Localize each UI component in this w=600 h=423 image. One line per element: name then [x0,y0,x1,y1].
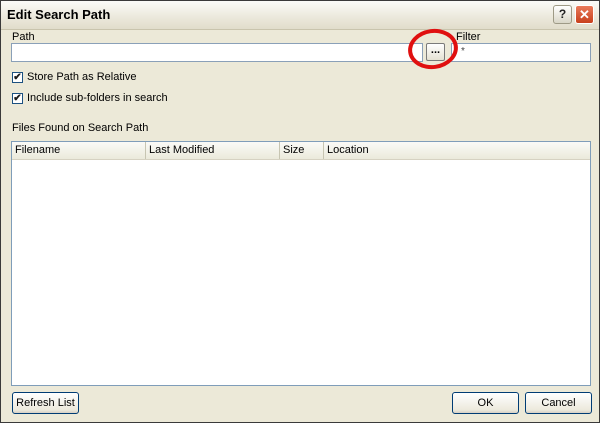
store-relative-checkbox[interactable]: ✔ [12,72,23,83]
files-list[interactable]: Filename Last Modified Size Location [11,141,591,386]
browse-button[interactable]: ... [426,43,445,61]
path-input[interactable] [11,43,423,62]
include-subfolders-checkbox[interactable]: ✔ [12,93,23,104]
filter-value: * [461,46,465,57]
filter-input[interactable] [451,43,591,62]
include-subfolders-label[interactable]: Include sub-folders in search [27,92,168,104]
close-icon: ✕ [579,7,590,22]
column-header-location[interactable]: Location [324,142,590,159]
title-bar[interactable]: Edit Search Path ? ✕ [1,1,599,30]
help-icon: ? [558,7,567,21]
filter-label: Filter [456,31,481,43]
ellipsis-icon: ... [430,44,441,56]
check-icon: ✔ [13,72,22,83]
help-button[interactable]: ? [553,5,572,24]
ok-button[interactable]: OK [452,392,519,414]
check-icon: ✔ [13,93,22,104]
store-relative-label[interactable]: Store Path as Relative [27,71,136,83]
cancel-button[interactable]: Cancel [525,392,592,414]
path-label: Path [12,31,35,43]
refresh-list-button[interactable]: Refresh List [12,392,79,414]
column-header-filename[interactable]: Filename [12,142,146,159]
files-section-label: Files Found on Search Path [12,122,149,134]
close-button[interactable]: ✕ [575,5,594,24]
column-header-last-modified[interactable]: Last Modified [146,142,280,159]
edit-search-path-dialog: Edit Search Path ? ✕ Path ... Filter * ✔… [0,0,600,423]
column-header-size[interactable]: Size [280,142,324,159]
files-list-header: Filename Last Modified Size Location [12,142,590,160]
window-title: Edit Search Path [7,7,111,22]
